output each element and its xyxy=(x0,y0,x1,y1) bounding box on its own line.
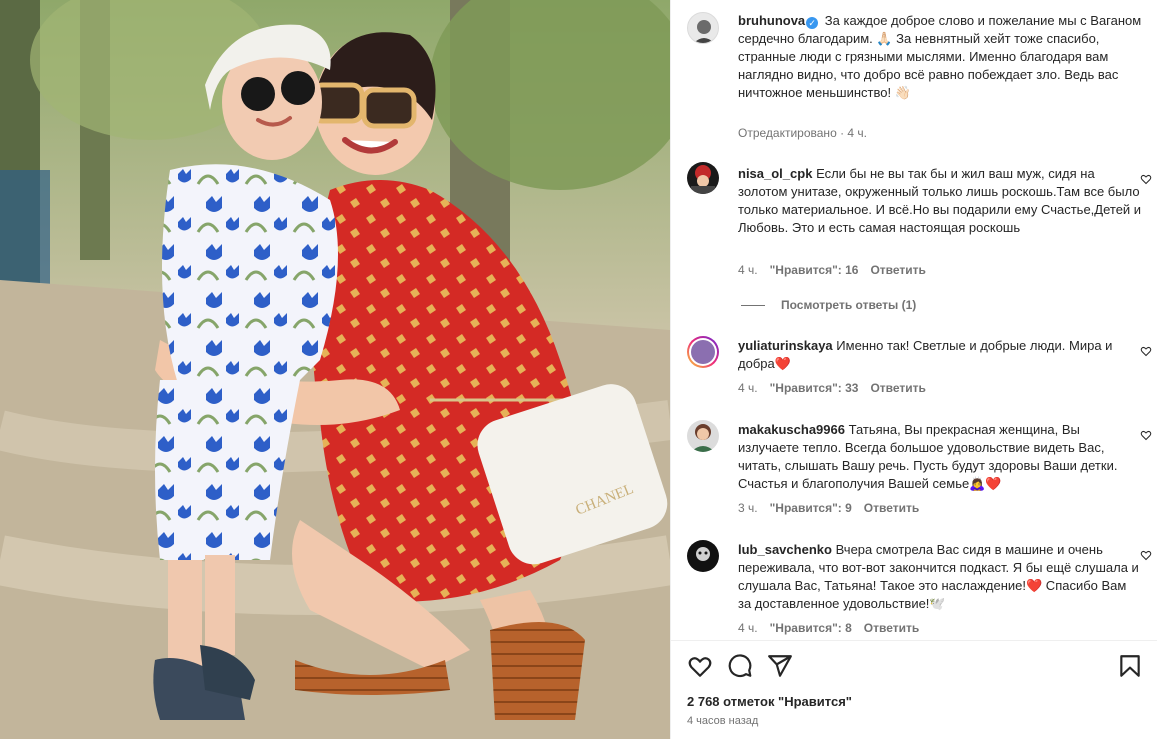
view-replies-button[interactable]: Посмотреть ответы (1) xyxy=(741,298,916,312)
caption-meta: Отредактировано · 4 ч. xyxy=(738,126,868,140)
verified-icon: ✓ xyxy=(806,17,819,29)
bookmark-icon[interactable] xyxy=(1117,653,1143,679)
comment-username[interactable]: lub_savchenko xyxy=(738,542,832,557)
comment-like-heart-icon[interactable] xyxy=(1140,549,1152,561)
post-actions: 2 768 отметок "Нравится" 4 часов назад xyxy=(671,640,1157,739)
author-username[interactable]: bruhunova xyxy=(738,13,805,28)
replies-divider xyxy=(741,304,765,306)
post-panel: bruhunova ✓ За каждое доброе слово и поже… xyxy=(670,0,1157,739)
comment-likes[interactable]: "Нравится": 16 xyxy=(770,263,859,277)
photo-illustration: CHANEL xyxy=(0,0,670,739)
comment-likes[interactable]: "Нравится": 9 xyxy=(770,501,852,515)
reply-button[interactable]: Ответить xyxy=(864,621,919,635)
comment-body: lub_savchenko Вчера смотрела Вас сидя в … xyxy=(738,541,1143,613)
comment-body: nisa_ol_cpk Если бы не вы так бы и жил в… xyxy=(738,165,1143,237)
comment-time: 3 ч. xyxy=(738,501,758,515)
comment-likes[interactable]: "Нравится": 33 xyxy=(770,381,859,395)
reply-button[interactable]: Ответить xyxy=(870,381,925,395)
author-avatar[interactable] xyxy=(687,12,719,44)
comment-meta: 3 ч. "Нравится": 9 Ответить xyxy=(738,501,919,515)
share-icon[interactable] xyxy=(767,653,793,679)
comment-username[interactable]: yuliaturinskaya xyxy=(738,338,833,353)
comment-username[interactable]: nisa_ol_cpk xyxy=(738,166,812,181)
comment-avatar[interactable] xyxy=(687,420,719,452)
comment-meta: 4 ч. "Нравится": 16 Ответить xyxy=(738,263,926,277)
reply-button[interactable]: Ответить xyxy=(864,501,919,515)
caption-time: 4 ч. xyxy=(847,126,868,140)
post-photo[interactable]: CHANEL xyxy=(0,0,670,739)
view-replies-label: Посмотреть ответы (1) xyxy=(781,298,917,312)
comment-meta: 4 ч. "Нравится": 8 Ответить xyxy=(738,621,919,635)
comment-avatar[interactable] xyxy=(687,336,719,368)
heart-icon[interactable] xyxy=(687,653,713,679)
comment-time: 4 ч. xyxy=(738,263,758,277)
comments-scroll[interactable]: bruhunova ✓ За каждое доброе слово и поже… xyxy=(671,0,1157,640)
post-caption: bruhunova ✓ За каждое доброе слово и поже… xyxy=(738,12,1143,102)
comment-like-heart-icon[interactable] xyxy=(1140,345,1152,357)
comment-username[interactable]: makakuscha9966 xyxy=(738,422,845,437)
comment-avatar[interactable] xyxy=(687,162,719,194)
comment-like-heart-icon[interactable] xyxy=(1140,173,1152,185)
comment-like-heart-icon[interactable] xyxy=(1140,429,1152,441)
reply-button[interactable]: Ответить xyxy=(870,263,925,277)
comment-body: makakuscha9966 Татьяна, Вы прекрасная же… xyxy=(738,421,1143,493)
comment-time: 4 ч. xyxy=(738,621,758,635)
comment-body: yuliaturinskaya Именно так! Светлые и до… xyxy=(738,337,1143,373)
comment-avatar[interactable] xyxy=(687,540,719,572)
comment-icon[interactable] xyxy=(727,653,753,679)
edited-label: Отредактировано xyxy=(738,126,837,140)
likes-count[interactable]: 2 768 отметок "Нравится" xyxy=(687,694,852,709)
comment-likes[interactable]: "Нравится": 8 xyxy=(770,621,852,635)
post-timestamp[interactable]: 4 часов назад xyxy=(687,715,758,727)
comment-meta: 4 ч. "Нравится": 33 Ответить xyxy=(738,381,926,395)
comment-time: 4 ч. xyxy=(738,381,758,395)
